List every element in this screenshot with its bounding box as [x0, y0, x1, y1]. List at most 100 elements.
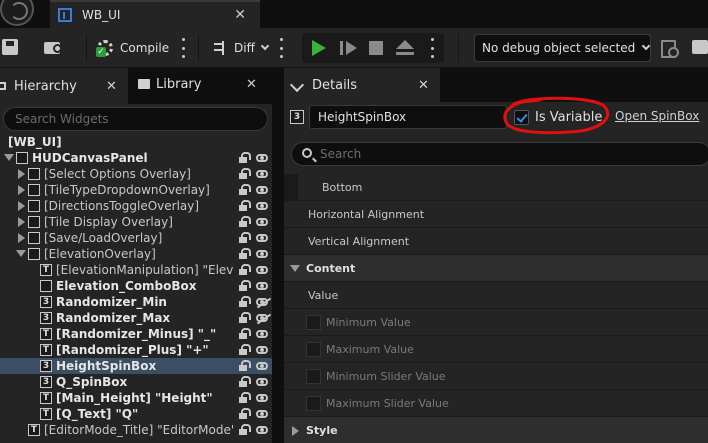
search-widgets-input[interactable]: Search Widgets [3, 107, 268, 131]
visibility-eye-icon[interactable] [256, 266, 268, 274]
tree-row[interactable]: [TileTypeDropdownOverlay] [0, 182, 272, 198]
visibility-eye-icon[interactable] [256, 298, 268, 306]
close-tab-icon[interactable]: ✕ [234, 7, 246, 23]
tree-row[interactable]: 3 Q_SpinBox [0, 374, 272, 390]
override-checkbox[interactable] [306, 342, 321, 357]
step-icon[interactable] [340, 41, 358, 55]
lock-icon[interactable] [238, 408, 251, 419]
tree-row[interactable]: 3 Randomizer_Min [0, 294, 272, 310]
expand-arrow-icon[interactable] [18, 233, 25, 243]
play-icon[interactable] [312, 40, 326, 56]
lock-icon[interactable] [238, 312, 251, 323]
expand-arrow-icon[interactable] [18, 169, 25, 179]
widget-name-input[interactable]: HeightSpinBox [309, 105, 507, 129]
browse-content-icon[interactable] [44, 38, 64, 56]
visibility-eye-icon[interactable] [256, 330, 268, 338]
expand-arrow-icon[interactable] [292, 426, 299, 436]
expand-arrow-icon[interactable] [18, 185, 25, 195]
play-options-icon[interactable] [430, 38, 434, 58]
visibility-eye-icon[interactable] [256, 154, 268, 162]
visibility-eye-icon[interactable] [256, 250, 268, 258]
tree-row[interactable]: T [Q_Text] "Q" [0, 406, 272, 422]
find-debug-object-icon[interactable] [661, 40, 679, 58]
category-header[interactable]: Content [284, 255, 708, 282]
tree-row[interactable]: [ElevationOverlay] [0, 246, 272, 262]
tree-row[interactable]: T [Main_Height] "Height" [0, 390, 272, 406]
lock-icon[interactable] [238, 360, 251, 371]
visibility-eye-icon[interactable] [256, 234, 268, 242]
close-icon[interactable]: ✕ [246, 77, 257, 92]
diff-button[interactable]: Diff [212, 36, 270, 60]
document-tab-wb-ui[interactable]: WB_UI ✕ [50, 0, 260, 28]
category-header[interactable]: Style [284, 417, 708, 443]
open-spinbox-link[interactable]: Open SpinBox [615, 109, 699, 123]
lock-icon[interactable] [238, 232, 251, 243]
visibility-eye-icon[interactable] [256, 282, 268, 290]
tree-row[interactable]: [DirectionsToggleOverlay] [0, 198, 272, 214]
collapse-arrow-icon[interactable] [290, 265, 300, 272]
lock-icon[interactable] [238, 344, 251, 355]
collapse-arrow-icon[interactable] [16, 250, 26, 257]
tree-row[interactable]: T [Randomizer_Minus] "_" [0, 326, 272, 342]
tree-row[interactable]: T [ElevationManipulation] "Elevation [0, 262, 272, 278]
stop-icon[interactable] [369, 41, 383, 55]
override-checkbox[interactable] [306, 396, 321, 411]
visibility-eye-icon[interactable] [256, 314, 268, 322]
tree-row[interactable]: [Tile Display Overlay] [0, 214, 272, 230]
debug-object-select[interactable]: No debug object selected [474, 34, 651, 62]
close-icon[interactable]: ✕ [418, 78, 429, 93]
visibility-eye-icon[interactable] [256, 378, 268, 386]
lock-icon[interactable] [238, 184, 251, 195]
unreal-logo-icon[interactable] [0, 0, 34, 26]
override-checkbox[interactable] [306, 315, 321, 330]
close-icon[interactable]: ✕ [106, 79, 117, 94]
lock-icon[interactable] [238, 200, 251, 211]
tree-row[interactable]: Elevation_ComboBox [0, 278, 272, 294]
lock-icon[interactable] [238, 392, 251, 403]
lock-icon[interactable] [238, 168, 251, 179]
tree-row[interactable]: [Select Options Overlay] [0, 166, 272, 182]
lock-icon[interactable] [238, 424, 251, 435]
lock-icon[interactable] [238, 152, 251, 163]
lock-icon[interactable] [238, 296, 251, 307]
tree-row[interactable]: T [Randomizer_Plus] "+" [0, 342, 272, 358]
visibility-eye-icon[interactable] [256, 202, 268, 210]
lock-icon[interactable] [238, 216, 251, 227]
lock-icon[interactable] [238, 248, 251, 259]
tab-hierarchy[interactable]: Hierarchy ✕ [0, 68, 128, 104]
eject-icon[interactable] [396, 40, 414, 56]
panel-splitter[interactable] [272, 68, 284, 443]
lock-icon[interactable] [238, 376, 251, 387]
visibility-eye-icon[interactable] [256, 410, 268, 418]
tab-library[interactable]: Library ✕ [130, 66, 272, 102]
tree-row[interactable]: [WB_UI] [0, 134, 272, 150]
details-search-input[interactable]: Search [291, 142, 708, 166]
compile-options-icon[interactable] [181, 38, 185, 58]
visibility-eye-icon[interactable] [256, 218, 268, 226]
compile-button[interactable]: ✓ Compile [96, 36, 169, 60]
visibility-eye-icon[interactable] [256, 362, 268, 370]
visibility-eye-icon[interactable] [256, 346, 268, 354]
save-icon[interactable] [2, 39, 18, 55]
visibility-eye-icon[interactable] [256, 186, 268, 194]
tab-details[interactable]: Details ✕ [284, 68, 440, 102]
diff-options-icon[interactable] [279, 38, 283, 58]
is-variable-toggle[interactable]: Is Variable [514, 107, 602, 127]
visibility-eye-icon[interactable] [256, 170, 268, 178]
tree-row[interactable]: T [EditorMode_Title] "EditorMode" [0, 422, 272, 438]
expand-arrow-icon[interactable] [18, 217, 25, 227]
is-variable-checkbox[interactable] [514, 109, 529, 125]
tree-row[interactable]: 3 Randomizer_Max [0, 310, 272, 326]
collapse-arrow-icon[interactable] [4, 154, 14, 161]
tree-row[interactable]: HUDCanvasPanel [0, 150, 272, 166]
lock-icon[interactable] [238, 280, 251, 291]
tree-row[interactable]: [Save/LoadOverlay] [0, 230, 272, 246]
browse-folder-icon[interactable] [692, 40, 708, 54]
lock-icon[interactable] [238, 264, 251, 275]
expand-arrow-icon[interactable] [18, 201, 25, 211]
lock-icon[interactable] [238, 328, 251, 339]
visibility-eye-icon[interactable] [256, 426, 268, 434]
override-checkbox[interactable] [306, 369, 321, 384]
visibility-eye-icon[interactable] [256, 394, 268, 402]
tree-row[interactable]: 3 HeightSpinBox [0, 358, 272, 374]
